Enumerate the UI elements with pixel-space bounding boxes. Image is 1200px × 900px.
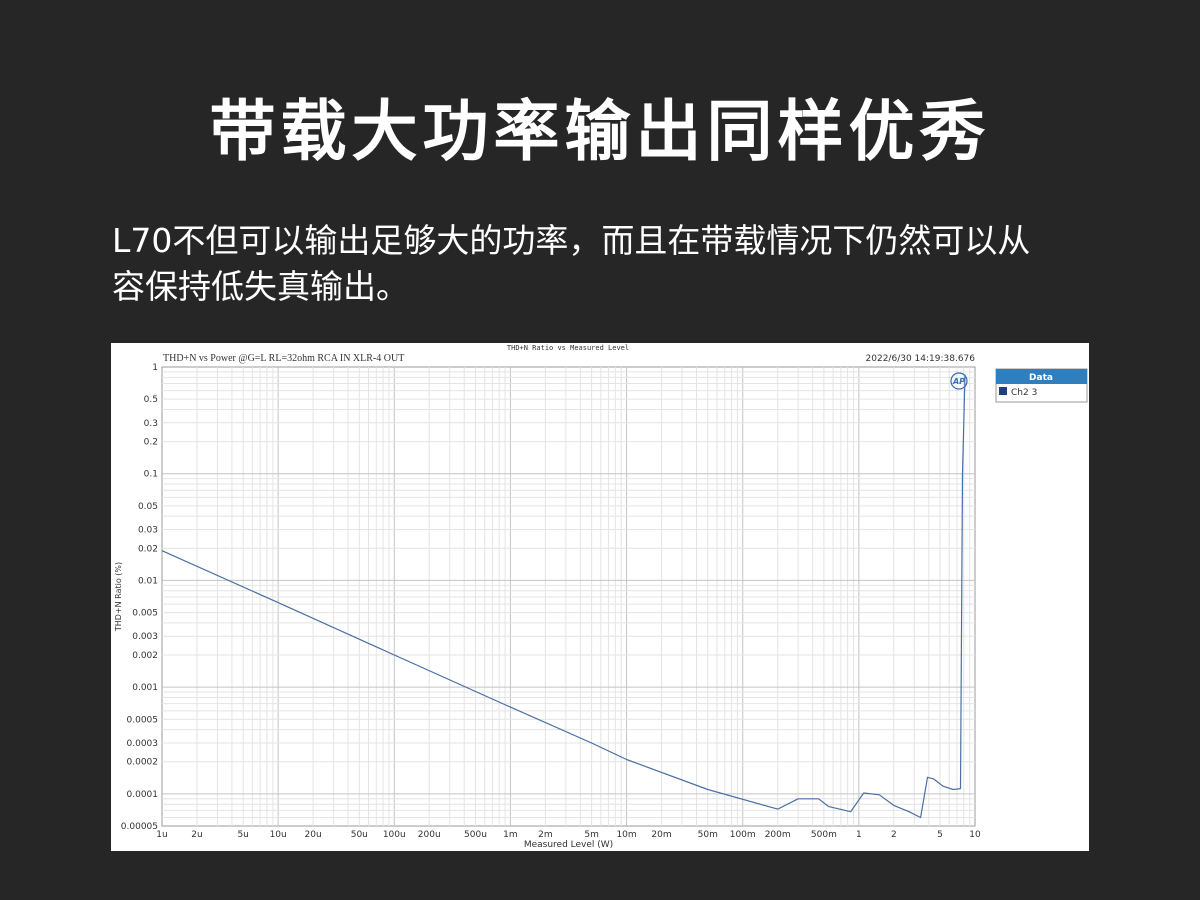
- y-tick-label: 1: [152, 363, 158, 373]
- y-tick-label: 0.01: [138, 576, 158, 586]
- thd-n-chart: 1u 2u 5u 10u 20u 50u 100u 200u 500u 1m 2m 5m 10m 20m 5…: [114, 344, 1088, 850]
- y-tick-label: 0.0001: [127, 790, 159, 800]
- x-axis-label: Measured Level (W): [524, 840, 613, 850]
- x-tick-label: 1: [856, 830, 862, 840]
- x-tick-label: 2: [891, 830, 897, 840]
- chart-timestamp: 2022/6/30 14:19:38.676: [866, 354, 976, 364]
- chart-panel: 1u 2u 5u 10u 20u 50u 100u 200u 500u 1m 2m 5m 10m 20m 5…: [111, 343, 1089, 851]
- y-tick-label: 0.001: [132, 683, 158, 693]
- y-axis-label: THD+N Ratio (%): [114, 562, 123, 632]
- y-tick-label: 0.00005: [121, 822, 158, 832]
- y-tick-label: 0.5: [144, 395, 158, 405]
- y-tick-label: 0.0005: [127, 715, 159, 725]
- legend-entry: Ch2 3: [1011, 388, 1037, 398]
- description-line-2: 容保持低失真输出。: [112, 267, 409, 306]
- x-tick-label: 50u: [351, 830, 368, 840]
- x-tick-label: 2m: [538, 830, 553, 840]
- description-line-1: L70不但可以输出足够大的功率，而且在带载情况下仍然可以从: [112, 221, 1031, 260]
- window-title: THD+N Ratio vs Measured Level: [507, 344, 629, 352]
- x-tick-label: 50m: [698, 830, 718, 840]
- x-tick-label: 2u: [191, 830, 202, 840]
- x-tick-label: 10m: [616, 830, 636, 840]
- x-tick-label: 100u: [383, 830, 406, 840]
- page-title: 带载大功率输出同样优秀: [209, 93, 991, 170]
- y-tick-label: 0.002: [132, 651, 158, 661]
- y-tick-label: 0.3: [144, 419, 158, 429]
- x-tick-label: 1m: [503, 830, 518, 840]
- x-tick-label: 500m: [811, 830, 837, 840]
- description: L70不但可以输出足够大的功率，而且在带载情况下仍然可以从 容保持低失真输出。: [112, 218, 1092, 310]
- x-tick-label: 10: [969, 830, 981, 840]
- x-tick-label: 200u: [418, 830, 441, 840]
- x-tick-label: 5u: [237, 830, 248, 840]
- chart-title: THD+N vs Power @G=L RL=32ohm RCA IN XLR-…: [163, 353, 404, 364]
- y-tick-label: 0.1: [144, 470, 158, 480]
- x-tick-label: 200m: [765, 830, 791, 840]
- y-tick-label: 0.003: [132, 632, 158, 642]
- y-tick-label: 0.0003: [127, 739, 159, 749]
- ap-logo-text: AP: [952, 377, 965, 386]
- x-tick-label: 100m: [730, 830, 756, 840]
- y-tick-label: 0.03: [138, 526, 158, 536]
- y-tick-label: 0.02: [138, 544, 158, 554]
- x-tick-label: 20m: [651, 830, 671, 840]
- legend-header: Data: [1029, 373, 1053, 383]
- x-tick-label: 500u: [464, 830, 487, 840]
- x-tick-label: 10u: [270, 830, 287, 840]
- y-tick-label: 0.05: [138, 502, 158, 512]
- y-tick-label: 0.005: [132, 609, 158, 619]
- x-tick-label: 5: [937, 830, 943, 840]
- x-tick-label: 5m: [584, 830, 599, 840]
- y-tick-label: 0.2: [144, 438, 158, 448]
- x-tick-label: 20u: [305, 830, 322, 840]
- legend-swatch: [999, 387, 1007, 395]
- y-tick-label: 0.0002: [127, 758, 159, 768]
